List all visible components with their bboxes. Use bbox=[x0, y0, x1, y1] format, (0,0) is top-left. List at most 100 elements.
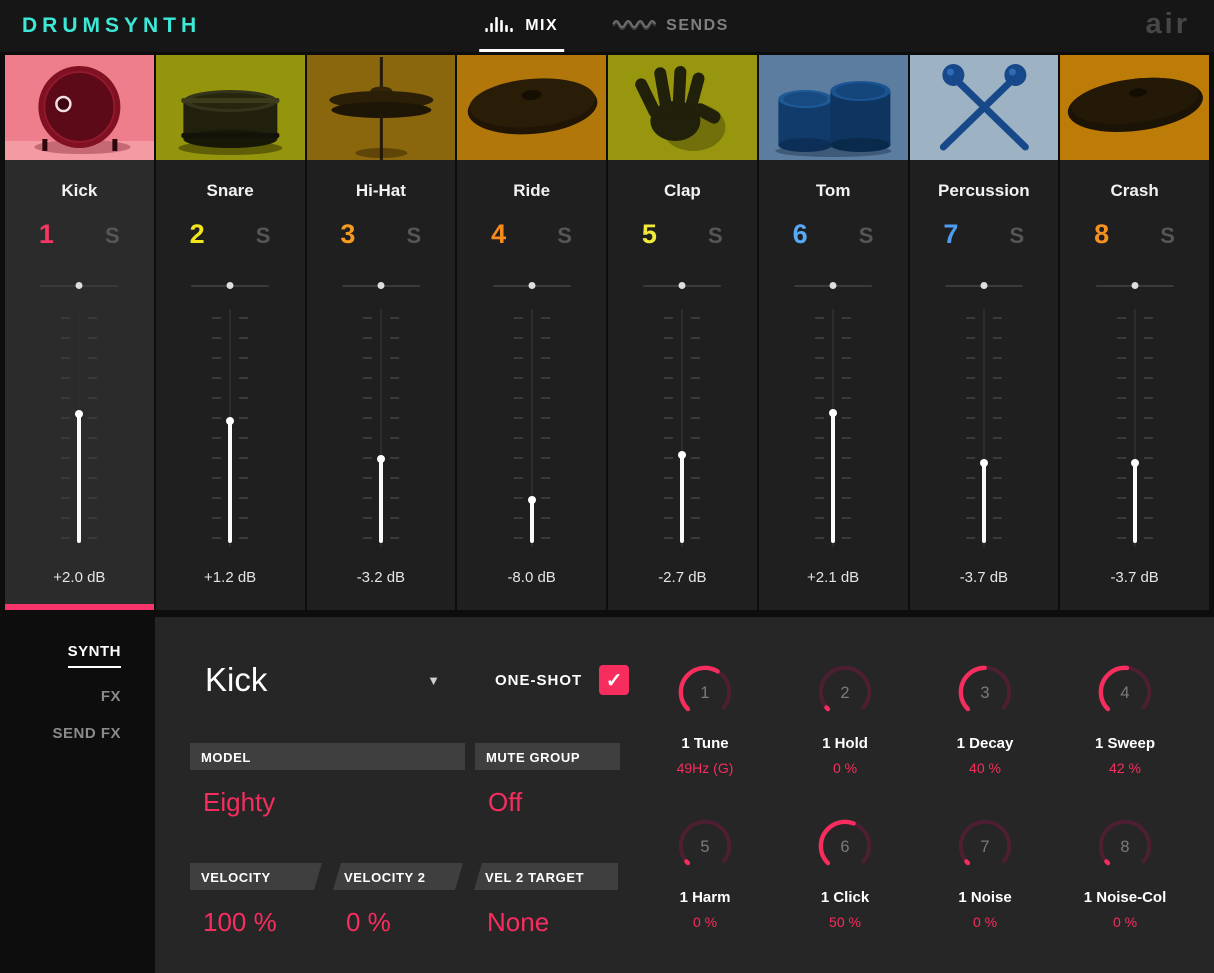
channel-strip-kick[interactable]: Kick 1 S +2.0 dB bbox=[5, 55, 154, 610]
channel-strip-snare[interactable]: Snare 2 S +1.2 dB bbox=[155, 55, 305, 610]
solo-button[interactable]: S bbox=[695, 223, 735, 249]
knob-dial-1[interactable]: 1 bbox=[676, 663, 734, 721]
hi-hat-icon[interactable] bbox=[306, 55, 456, 160]
knob-value: 49Hz (G) bbox=[676, 760, 734, 776]
channel-strip-row: Kick 1 S +2.0 dB Snare 2 S +1.2 dB Hi-Hat 3 S -3.2 … bbox=[0, 55, 1214, 610]
volume-fader[interactable] bbox=[1105, 309, 1165, 547]
channel-name: Crash bbox=[1110, 181, 1159, 200]
solo-button[interactable]: S bbox=[394, 223, 434, 249]
pan-slider[interactable] bbox=[944, 281, 1023, 291]
volume-fader[interactable] bbox=[803, 309, 863, 547]
knob-dial-3[interactable]: 3 bbox=[956, 663, 1014, 721]
fader-handle[interactable] bbox=[829, 409, 838, 418]
pan-handle[interactable] bbox=[528, 282, 536, 289]
pan-slider[interactable] bbox=[643, 281, 722, 291]
knob-label: 1 Tune bbox=[681, 735, 729, 752]
pan-slider[interactable] bbox=[341, 281, 420, 291]
tab-send-fx[interactable]: SEND FX bbox=[52, 725, 121, 742]
channel-strip-hi-hat[interactable]: Hi-Hat 3 S -3.2 dB bbox=[306, 55, 456, 610]
model-label: MODEL bbox=[190, 743, 465, 770]
velocity-value[interactable]: 100 % bbox=[190, 907, 322, 938]
ride-cymbal-icon[interactable] bbox=[457, 55, 606, 160]
volume-fader[interactable] bbox=[652, 309, 712, 547]
mix-meter-icon bbox=[485, 15, 515, 37]
solo-button[interactable]: S bbox=[545, 223, 585, 249]
volume-fader[interactable] bbox=[954, 309, 1014, 547]
fader-handle[interactable] bbox=[527, 495, 536, 504]
pan-handle[interactable] bbox=[75, 282, 83, 289]
fader-handle[interactable] bbox=[979, 459, 988, 468]
tab-sends[interactable]: SENDS bbox=[612, 0, 729, 52]
pan-handle[interactable] bbox=[980, 282, 988, 289]
volume-db-value: -3.7 dB bbox=[1110, 569, 1159, 586]
pan-handle[interactable] bbox=[678, 282, 686, 289]
volume-fader[interactable] bbox=[502, 309, 562, 547]
snare-drum-icon[interactable] bbox=[155, 55, 305, 160]
velocity-2-value[interactable]: 0 % bbox=[333, 907, 463, 938]
pan-slider[interactable] bbox=[794, 281, 873, 291]
fader-handle[interactable] bbox=[75, 410, 84, 419]
tom-drums-icon[interactable] bbox=[758, 55, 908, 160]
solo-button[interactable]: S bbox=[846, 223, 886, 249]
volume-db-value: -3.2 dB bbox=[356, 569, 406, 586]
knob-dial-6[interactable]: 6 bbox=[816, 817, 874, 875]
channel-number-row: 3S bbox=[328, 219, 434, 251]
channel-number-row: 2S bbox=[177, 219, 283, 251]
knob-label: 1 Noise-Col bbox=[1083, 889, 1167, 906]
knob-dial-8[interactable]: 8 bbox=[1096, 817, 1154, 875]
volume-fader[interactable] bbox=[351, 309, 411, 547]
volume-fader[interactable] bbox=[200, 309, 260, 547]
editor-section: SYNTH FX SEND FX Kick ▼ ONE-SHOT ✓ MODEL bbox=[0, 617, 1214, 973]
channel-number: 3 bbox=[340, 219, 356, 249]
solo-button[interactable]: S bbox=[243, 223, 283, 249]
channel-strip-tom[interactable]: Tom 6 S +2.1 dB bbox=[758, 55, 908, 610]
knob-dial-2[interactable]: 2 bbox=[816, 663, 874, 721]
channel-number: 7 bbox=[943, 219, 959, 249]
pan-slider[interactable] bbox=[191, 281, 270, 291]
model-value[interactable]: Eighty bbox=[190, 787, 465, 818]
pan-handle[interactable] bbox=[226, 282, 234, 289]
knob-value: 50 % bbox=[829, 914, 861, 930]
percussion-mallets-icon[interactable] bbox=[909, 55, 1059, 160]
knob-dial-7[interactable]: 7 bbox=[956, 817, 1014, 875]
knob-dial-4[interactable]: 4 bbox=[1096, 663, 1154, 721]
drumsynth-logo: DRUMSYNTH bbox=[22, 14, 202, 37]
solo-button[interactable]: S bbox=[997, 223, 1037, 249]
knob-1-noise: 7 1 Noise 0 % bbox=[915, 817, 1055, 930]
channel-strip-crash[interactable]: Crash 8 S -3.7 dB bbox=[1060, 55, 1209, 610]
velocity-field: VELOCITY 100 % bbox=[190, 863, 322, 938]
knob-dial-5[interactable]: 5 bbox=[676, 817, 734, 875]
velocity-2-field: VELOCITY 2 0 % bbox=[333, 863, 463, 938]
clap-hand-icon[interactable] bbox=[608, 55, 757, 160]
channel-strip-ride[interactable]: Ride 4 S -8.0 dB bbox=[457, 55, 606, 610]
sends-wave-icon bbox=[612, 16, 657, 37]
pan-handle[interactable] bbox=[1131, 282, 1139, 289]
solo-button[interactable]: S bbox=[1148, 223, 1188, 249]
tab-synth[interactable]: SYNTH bbox=[67, 643, 121, 668]
pan-slider[interactable] bbox=[1095, 281, 1174, 291]
pad-selector-dropdown[interactable]: Kick ▼ bbox=[190, 661, 440, 699]
tab-fx[interactable]: FX bbox=[101, 688, 121, 705]
fader-handle[interactable] bbox=[678, 450, 687, 459]
pan-handle[interactable] bbox=[829, 282, 837, 289]
tab-mix[interactable]: MIX bbox=[479, 0, 565, 52]
fader-handle[interactable] bbox=[376, 454, 385, 463]
one-shot-checkbox[interactable]: ✓ bbox=[599, 665, 630, 695]
vel-2-target-value[interactable]: None bbox=[474, 907, 618, 938]
channel-strip-percussion[interactable]: Percussion 7 S -3.7 dB bbox=[909, 55, 1059, 610]
svg-text:1: 1 bbox=[700, 684, 709, 702]
volume-fader[interactable] bbox=[49, 309, 109, 547]
vel-2-target-label: VEL 2 TARGET bbox=[474, 863, 618, 890]
fader-handle[interactable] bbox=[226, 417, 235, 426]
pan-slider[interactable] bbox=[492, 281, 571, 291]
pan-handle[interactable] bbox=[377, 282, 385, 289]
solo-button[interactable]: S bbox=[92, 223, 132, 249]
fader-handle[interactable] bbox=[1130, 459, 1139, 468]
volume-db-value: -2.7 dB bbox=[658, 569, 707, 586]
channel-strip-clap[interactable]: Clap 5 S -2.7 dB bbox=[608, 55, 757, 610]
knob-1-click: 6 1 Click 50 % bbox=[775, 817, 915, 930]
kick-drum-icon[interactable] bbox=[5, 55, 154, 160]
mute-group-value[interactable]: Off bbox=[475, 787, 620, 818]
pan-slider[interactable] bbox=[40, 281, 119, 291]
crash-cymbal-icon[interactable] bbox=[1060, 55, 1209, 160]
